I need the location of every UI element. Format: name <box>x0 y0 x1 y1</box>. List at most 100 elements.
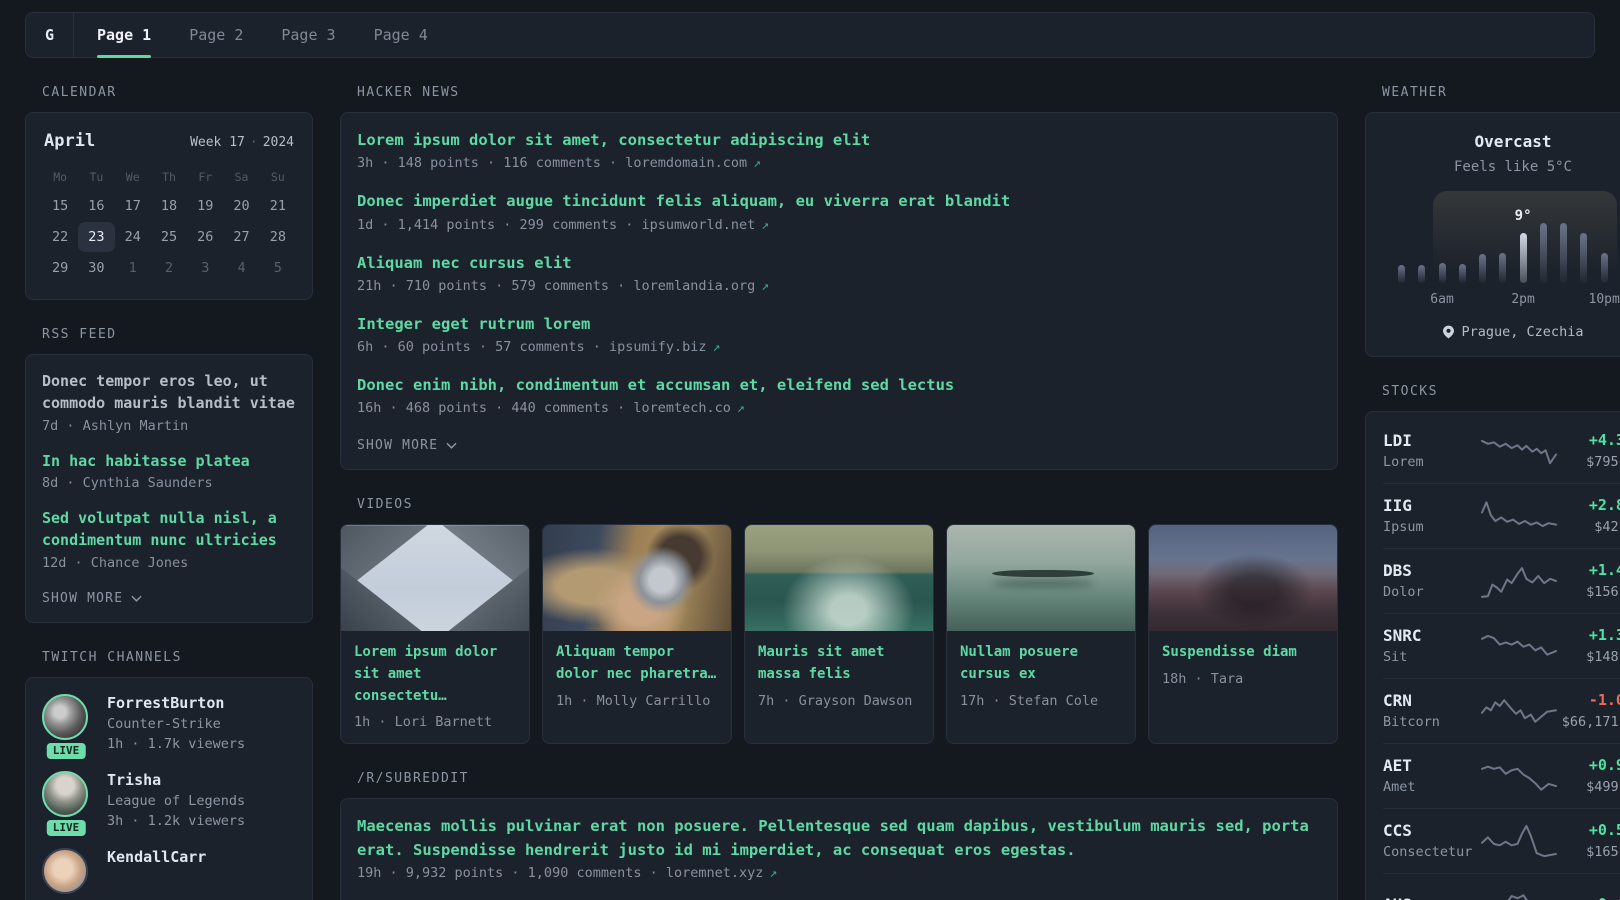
tab-page-2[interactable]: Page 2 <box>170 13 262 57</box>
weather-widget: Overcast Feels like 5°C 9° 6am 2pm 10pm Pr… <box>1365 112 1620 357</box>
stock-price: $156.28 <box>1586 584 1620 600</box>
video-title[interactable]: Lorem ipsum dolor sit amet consectetu… <box>354 642 516 707</box>
feed-item-title[interactable]: In hac habitasse platea <box>42 451 296 473</box>
video-card[interactable]: Nullam posuere cursus ex 17h · Stefan Col… <box>946 524 1136 745</box>
stock-price: $148.64 <box>1586 649 1620 665</box>
weather-bar <box>1499 253 1507 283</box>
feed-item-meta-text: 19h · 9,932 points · 1,090 comments · <box>357 864 666 881</box>
weather-location: Prague, Czechia <box>1382 324 1620 340</box>
weather-time-slot: 10pm <box>1589 292 1620 309</box>
video-title[interactable]: Nullam posuere cursus ex <box>960 642 1122 685</box>
hackernews-show-more-button[interactable]: SHOW MORE <box>357 438 457 453</box>
feed-item-domain-link[interactable]: loremdomain.com <box>625 155 747 171</box>
chevron-down-icon <box>446 442 457 450</box>
video-card[interactable]: Lorem ipsum dolor sit amet consectetu… 1h… <box>340 524 530 745</box>
stock-identity: AET Amet <box>1383 756 1482 795</box>
sparkline-chart <box>1482 693 1556 729</box>
tab-page-3[interactable]: Page 3 <box>262 13 354 57</box>
stock-values: +0.46% <box>1556 895 1620 900</box>
weather-time-slot <box>1540 292 1547 309</box>
stock-identity: LDI Lorem <box>1383 431 1482 470</box>
calendar-day: 1 <box>128 260 137 276</box>
weather-bar <box>1458 264 1466 283</box>
app-logo[interactable]: G <box>26 13 73 57</box>
feed-item-title[interactable]: Aliquam nec cursus elit <box>357 252 1321 275</box>
page-tabs: Page 1 Page 2 Page 3 Page 4 <box>74 13 451 58</box>
twitch-channel-row[interactable]: KendallCarr <box>42 847 296 894</box>
tab-page-1[interactable]: Page 1 <box>78 13 170 58</box>
twitch-channel-row[interactable]: LIVE Trisha League of Legends 3h · 1.2k vie… <box>42 770 296 838</box>
feed-item-meta: 21h · 710 points · 579 comments · loreml… <box>357 278 1321 294</box>
feed-item-title[interactable]: Sed volutpat nulla nisl, a condimentum n… <box>42 508 296 552</box>
calendar-day: 28 <box>269 229 286 245</box>
calendar-grid: Mo Tu We Th Fr Sa Su 15 16 17 18 19 20 21 22 23 24 25 26 27… <box>42 164 296 283</box>
video-card-body: Mauris sit amet massa felis 7h · Grayson … <box>745 631 933 721</box>
stock-name: Ipsum <box>1383 519 1424 535</box>
feed-item-title[interactable]: Donec imperdiet augue tincidunt felis al… <box>357 190 1321 213</box>
weather-bar <box>1438 263 1446 283</box>
weather-bar <box>1418 265 1426 283</box>
weather-time-label: 6am <box>1430 292 1454 307</box>
weekday-label: Tu <box>89 170 104 184</box>
video-meta: 17h · Stefan Cole <box>960 692 1099 709</box>
feed-item-title[interactable]: Donec enim nibh, condimentum et accumsan… <box>357 374 1321 397</box>
avatar <box>42 770 88 817</box>
video-card[interactable]: Suspendisse diam 18h · Tara <box>1148 524 1338 745</box>
feed-item-title[interactable]: Integer eget rutrum lorem <box>357 313 1321 336</box>
calendar-day: 29 <box>52 260 69 276</box>
feed-item-domain-link[interactable]: loremtech.co <box>633 400 731 416</box>
weather-bar-slot <box>1600 253 1608 283</box>
stock-symbol: LDI <box>1383 431 1412 450</box>
list-item: Maecenas mollis pulvinar erat non posuer… <box>357 815 1321 881</box>
weather-bar-slot <box>1418 265 1426 283</box>
stock-sparkline <box>1482 823 1556 859</box>
feed-item-title[interactable]: Donec tempor eros leo, ut commodo mauris… <box>42 371 296 415</box>
stock-name: Lorem <box>1383 454 1424 470</box>
video-title[interactable]: Aliquam tempor dolor nec pharetra… <box>556 642 718 685</box>
weather-time-slot: 2pm <box>1511 292 1534 309</box>
video-title[interactable]: Mauris sit amet massa felis <box>758 642 920 685</box>
stock-row: AHS +0.46% <box>1383 873 1620 900</box>
weather-bar-slot <box>1580 233 1588 283</box>
tab-page-4[interactable]: Page 4 <box>355 13 447 57</box>
middle-column: HACKER NEWS Lorem ipsum dolor sit amet, … <box>340 85 1338 900</box>
stock-change-percent: +0.51% <box>1588 821 1620 839</box>
list-item: Aliquam nec cursus elit 21h · 710 points … <box>357 252 1321 294</box>
weekday-label: We <box>125 170 140 184</box>
videos-carousel[interactable]: Lorem ipsum dolor sit amet consectetu… 1h… <box>340 524 1338 745</box>
feed-item-title[interactable]: Lorem ipsum dolor sit amet, consectetur … <box>357 129 1321 152</box>
video-card[interactable]: Aliquam tempor dolor nec pharetra… 1h · M… <box>542 524 732 745</box>
weather-bar-slot <box>1499 253 1507 283</box>
rss-show-more-button[interactable]: SHOW MORE <box>42 591 142 606</box>
feed-item-domain-link[interactable]: loremnet.xyz <box>666 865 764 881</box>
right-column: WEATHER Overcast Feels like 5°C 9° 6am 2p… <box>1365 85 1620 900</box>
twitch-channel-name: Trisha <box>107 770 162 789</box>
twitch-channel-game: League of Legends <box>107 792 246 809</box>
weather-section: WEATHER Overcast Feels like 5°C 9° 6am 2p… <box>1365 85 1620 357</box>
weather-bar <box>1398 265 1405 283</box>
stock-change-percent: +1.42% <box>1588 561 1620 579</box>
list-item: Donec imperdiet augue tincidunt felis al… <box>357 190 1321 232</box>
stock-price: $499.72 <box>1586 779 1620 795</box>
list-item: Integer eget rutrum lorem 6h · 60 points … <box>357 313 1321 355</box>
video-card[interactable]: Mauris sit amet massa felis 7h · Grayson … <box>744 524 934 745</box>
stock-symbol: CCS <box>1383 821 1412 840</box>
show-more-label: SHOW MORE <box>42 590 124 606</box>
twitch-channel-row[interactable]: LIVE ForrestBurton Counter-Strike 1h · 1.7k… <box>42 693 296 761</box>
stock-identity: CRN Bitcorn <box>1383 691 1482 730</box>
calendar-day: 24 <box>124 229 141 245</box>
feed-item-domain-link[interactable]: loremlandia.org <box>633 278 755 294</box>
video-meta: 1h · Molly Carrillo <box>556 692 711 709</box>
feed-item-domain-link[interactable]: ipsumworld.net <box>641 217 755 233</box>
feed-item-title[interactable]: Maecenas mollis pulvinar erat non posuer… <box>357 815 1321 862</box>
video-title[interactable]: Suspendisse diam <box>1162 642 1324 664</box>
stock-symbol: AET <box>1383 756 1412 775</box>
external-link-icon: ↗ <box>761 278 770 294</box>
feed-item-meta-text: 1d · 1,414 points · 299 comments · <box>357 216 642 233</box>
calendar-day: 21 <box>269 198 286 214</box>
subreddit-widget: Maecenas mollis pulvinar erat non posuer… <box>340 798 1338 900</box>
weather-feels-like: Feels like 5°C <box>1453 159 1572 175</box>
twitch-channel-info: ForrestBurton Counter-Strike 1h · 1.7k vie… <box>107 694 245 752</box>
feed-item-domain-link[interactable]: ipsumify.biz <box>609 339 707 355</box>
stock-row: IIG Ipsum +2.84% $42.04 <box>1383 483 1620 548</box>
